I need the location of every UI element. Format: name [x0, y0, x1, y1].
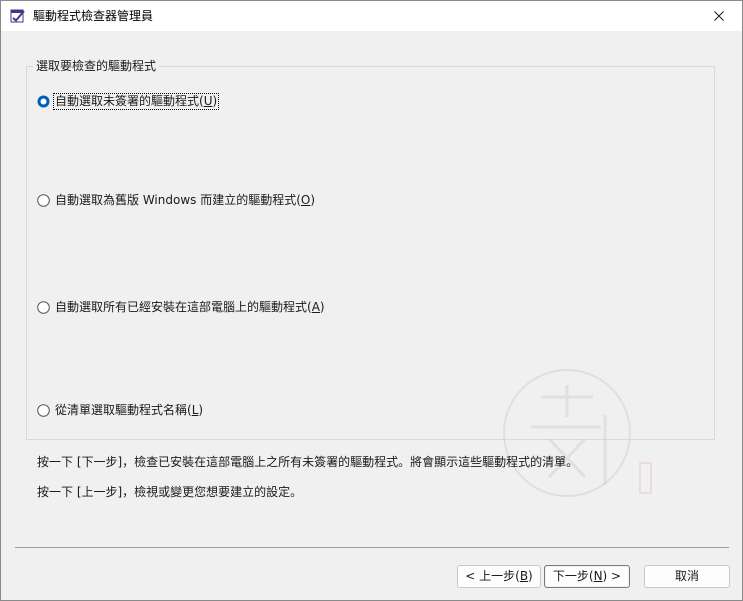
window-title: 驅動程式檢查器管理員 [33, 9, 154, 23]
option-select-from-list[interactable]: 從清單選取驅動程式名稱(L) [37, 402, 205, 418]
verifier-app-icon [10, 8, 26, 24]
next-button[interactable]: 下一步(N) > [544, 565, 630, 588]
option-label: 自動選取為舊版 Windows 而建立的驅動程式(O) [55, 192, 316, 207]
back-step-hint: 按一下 [上一步]，檢視或變更您想要建立的設定。 [37, 485, 303, 499]
cancel-button[interactable]: 取消 [644, 565, 730, 588]
watermark-seal-icon [503, 369, 652, 497]
driver-verifier-manager-window: 驅動程式檢查器管理員 選取要檢查的驅動程式 自動選取未簽署的驅動程式(U) 自動… [0, 0, 743, 601]
option-label: 從清單選取驅動程式名稱(L) [55, 402, 204, 417]
back-button[interactable]: < 上一步(B) [457, 565, 541, 588]
next-step-hint: 按一下 [下一步]，檢查已安裝在這部電腦上之所有未簽署的驅動程式。將會顯示這些驅… [37, 455, 579, 469]
close-icon [714, 11, 724, 21]
option-all-installed-drivers[interactable]: 自動選取所有已經安裝在這部電腦上的驅動程式(A) [37, 299, 327, 315]
option-label: 自動選取未簽署的驅動程式(U) [53, 92, 220, 110]
footer-divider [15, 547, 729, 548]
radio-unselected-icon[interactable] [37, 193, 50, 207]
group-legend: 選取要檢查的驅動程式 [33, 58, 160, 74]
option-label: 自動選取所有已經安裝在這部電腦上的驅動程式(A) [55, 299, 325, 314]
title-bar[interactable]: 驅動程式檢查器管理員 [1, 1, 742, 31]
radio-unselected-icon[interactable] [37, 300, 50, 314]
close-button[interactable] [696, 1, 742, 31]
radio-unselected-icon[interactable] [37, 403, 50, 417]
radio-selected-icon[interactable] [37, 95, 50, 108]
option-unsigned-drivers[interactable]: 自動選取未簽署的驅動程式(U) [37, 92, 220, 110]
option-legacy-drivers[interactable]: 自動選取為舊版 Windows 而建立的驅動程式(O) [37, 192, 317, 208]
